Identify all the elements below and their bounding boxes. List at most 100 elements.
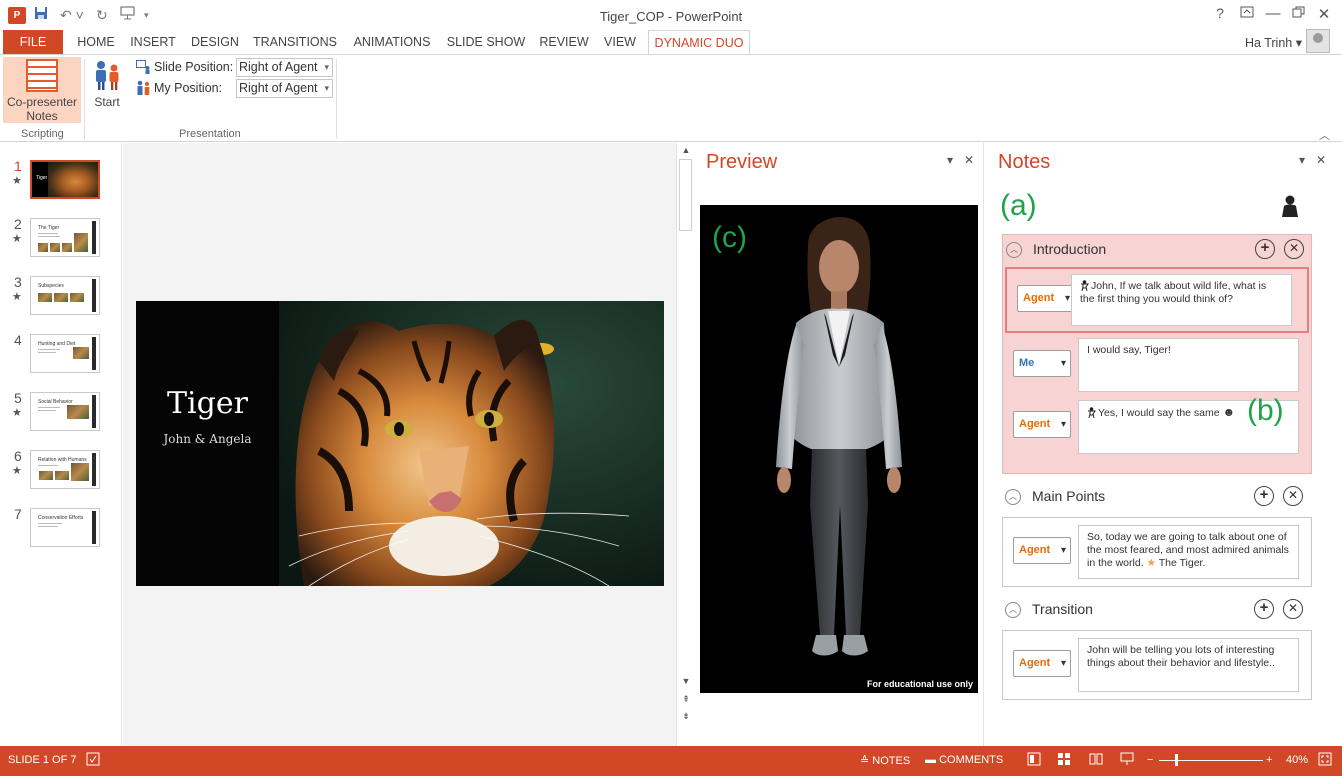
tab-dynamic-duo[interactable]: DYNAMIC DUO: [648, 30, 750, 54]
note-text[interactable]: John, If we talk about wild life, what i…: [1071, 274, 1292, 326]
previous-slide-icon[interactable]: ⇞: [677, 694, 695, 705]
normal-view-icon[interactable]: [1027, 752, 1041, 769]
note-text[interactable]: John will be telling you lots of interes…: [1078, 638, 1299, 692]
slide-thumbnail[interactable]: Social Behavior: [30, 392, 100, 431]
close-pane-icon[interactable]: ✕: [1316, 153, 1326, 167]
tab-design[interactable]: DESIGN: [186, 30, 244, 54]
role-dropdown[interactable]: Agent: [1013, 650, 1071, 677]
note-text[interactable]: So, today we are going to talk about one…: [1078, 525, 1299, 579]
minimize-icon[interactable]: —: [1262, 5, 1284, 22]
tab-home[interactable]: HOME: [70, 30, 122, 54]
avatar[interactable]: [1306, 29, 1330, 53]
thumbnail-line: [38, 233, 58, 234]
thumbnail-image: [71, 463, 89, 481]
spell-check-icon[interactable]: [86, 752, 100, 769]
add-note-icon[interactable]: +: [1255, 239, 1275, 259]
slide-thumbnail[interactable]: Subspecies: [30, 276, 100, 315]
section-body: Agent So, today we are going to talk abo…: [1002, 517, 1312, 587]
thumbnail-row[interactable]: 3 ★ Subspecies: [0, 274, 122, 318]
slide-show-icon[interactable]: [1120, 752, 1134, 769]
thumbnail-row[interactable]: 5 ★ Social Behavior: [0, 390, 122, 434]
tab-review[interactable]: REVIEW: [535, 30, 593, 54]
pane-options-icon[interactable]: ▾: [947, 153, 953, 167]
thumbnail-image: [55, 471, 69, 480]
role-dropdown[interactable]: Me: [1013, 350, 1071, 377]
tiger-photo[interactable]: [279, 301, 664, 586]
delete-section-icon[interactable]: ✕: [1283, 486, 1303, 506]
zoom-in-icon[interactable]: +: [1266, 754, 1272, 766]
collapse-section-icon[interactable]: ︿: [1005, 602, 1021, 618]
copresenter-notes-button[interactable]: Co-presenter Notes: [3, 57, 81, 123]
role-dropdown[interactable]: Agent: [1017, 285, 1075, 312]
note-text[interactable]: I would say, Tiger!: [1078, 338, 1299, 392]
tab-insert[interactable]: INSERT: [125, 30, 181, 54]
comments-toggle[interactable]: ▬ COMMENTS: [925, 754, 1003, 766]
user-name[interactable]: Ha Trinh ▾: [1245, 35, 1302, 50]
tab-view[interactable]: VIEW: [598, 30, 642, 54]
notes-toggle[interactable]: ≙ NOTES: [860, 754, 910, 767]
tab-slide-show[interactable]: SLIDE SHOW: [444, 30, 528, 54]
tab-file[interactable]: FILE: [3, 30, 63, 54]
slide-title[interactable]: Tiger: [136, 386, 279, 421]
fit-to-window-icon[interactable]: [1318, 752, 1332, 769]
thumbnail-title: Tiger: [36, 175, 48, 181]
delete-section-icon[interactable]: ✕: [1283, 599, 1303, 619]
close-icon[interactable]: ✕: [1313, 5, 1335, 23]
zoom-out-icon[interactable]: −: [1147, 754, 1153, 766]
slide-thumbnail[interactable]: Tiger: [30, 160, 100, 199]
slide-number: 5: [14, 390, 22, 406]
slide-thumbnail[interactable]: Hunting and Diet: [30, 334, 100, 373]
thumbnail-line: [38, 526, 58, 527]
agent-preview[interactable]: For educational use only: [700, 205, 978, 693]
delete-section-icon[interactable]: ✕: [1284, 239, 1304, 259]
slide-thumbnail[interactable]: Conservation Efforts: [30, 508, 100, 547]
slide-sorter-icon[interactable]: [1057, 752, 1071, 769]
notes-pane: Notes ▾ ✕ (a) ︿ Introduction + ✕ Agent J…: [986, 143, 1342, 746]
collapse-section-icon[interactable]: ︿: [1005, 489, 1021, 505]
current-slide[interactable]: Tiger John & Angela: [136, 301, 664, 586]
next-slide-icon[interactable]: ⇟: [677, 711, 695, 722]
slide-scrollbar[interactable]: ▲ ▼ ⇞ ⇟: [676, 143, 694, 746]
thumbnail-row[interactable]: 6 ★ Relation with Humans: [0, 448, 122, 492]
reading-view-icon[interactable]: [1089, 752, 1103, 769]
tab-transitions[interactable]: TRANSITIONS: [250, 30, 340, 54]
comments-toggle-label: COMMENTS: [939, 754, 1004, 766]
start-button[interactable]: Start: [90, 57, 124, 109]
zoom-slider-handle[interactable]: [1175, 754, 1178, 766]
thumbnail-image: [67, 405, 89, 419]
collapse-ribbon-icon[interactable]: ︿: [1319, 127, 1330, 143]
slide-editing-area[interactable]: Tiger John & Angela: [123, 143, 676, 746]
add-note-icon[interactable]: +: [1254, 486, 1274, 506]
close-pane-icon[interactable]: ✕: [964, 153, 974, 167]
slide-position-dropdown[interactable]: Right of Agent: [236, 58, 333, 77]
thumbnail-image: [73, 347, 89, 359]
scrollbar-thumb[interactable]: [679, 159, 692, 231]
zoom-level[interactable]: 40%: [1286, 754, 1308, 766]
thumbnail-row[interactable]: 1 ★ Tiger: [0, 158, 122, 202]
thumbnail-row[interactable]: 4 Hunting and Diet: [0, 332, 122, 376]
ribbon-display-options-icon[interactable]: [1236, 5, 1258, 22]
thumbnail-row[interactable]: 7 Conservation Efforts: [0, 506, 122, 550]
thumbnail-row[interactable]: 2 ★ The Tiger: [0, 216, 122, 260]
add-note-icon[interactable]: +: [1254, 599, 1274, 619]
group-label-scripting: Scripting: [21, 128, 64, 140]
role-dropdown[interactable]: Agent: [1013, 411, 1071, 438]
my-position-dropdown[interactable]: Right of Agent: [236, 79, 333, 98]
virtual-agent-figure: [776, 217, 902, 656]
slide-thumbnail[interactable]: The Tiger: [30, 218, 100, 257]
note-text-tail: The Tiger.: [1158, 557, 1206, 569]
collapse-section-icon[interactable]: ︿: [1006, 242, 1022, 258]
scroll-down-icon[interactable]: ▼: [677, 676, 695, 686]
thumbnail-image: [54, 293, 68, 302]
slide-subtitle[interactable]: John & Angela: [136, 432, 279, 446]
slide-counter[interactable]: SLIDE 1 OF 7: [8, 754, 76, 766]
scroll-up-icon[interactable]: ▲: [677, 145, 695, 155]
help-button[interactable]: ?: [1209, 5, 1231, 21]
notes-icon: [26, 59, 58, 92]
tab-animations[interactable]: ANIMATIONS: [346, 30, 438, 54]
slide-thumbnail[interactable]: Relation with Humans: [30, 450, 100, 489]
pane-options-icon[interactable]: ▾: [1299, 153, 1305, 167]
role-dropdown[interactable]: Agent: [1013, 537, 1071, 564]
restore-icon[interactable]: [1287, 5, 1309, 22]
person-icon[interactable]: [1280, 195, 1300, 220]
